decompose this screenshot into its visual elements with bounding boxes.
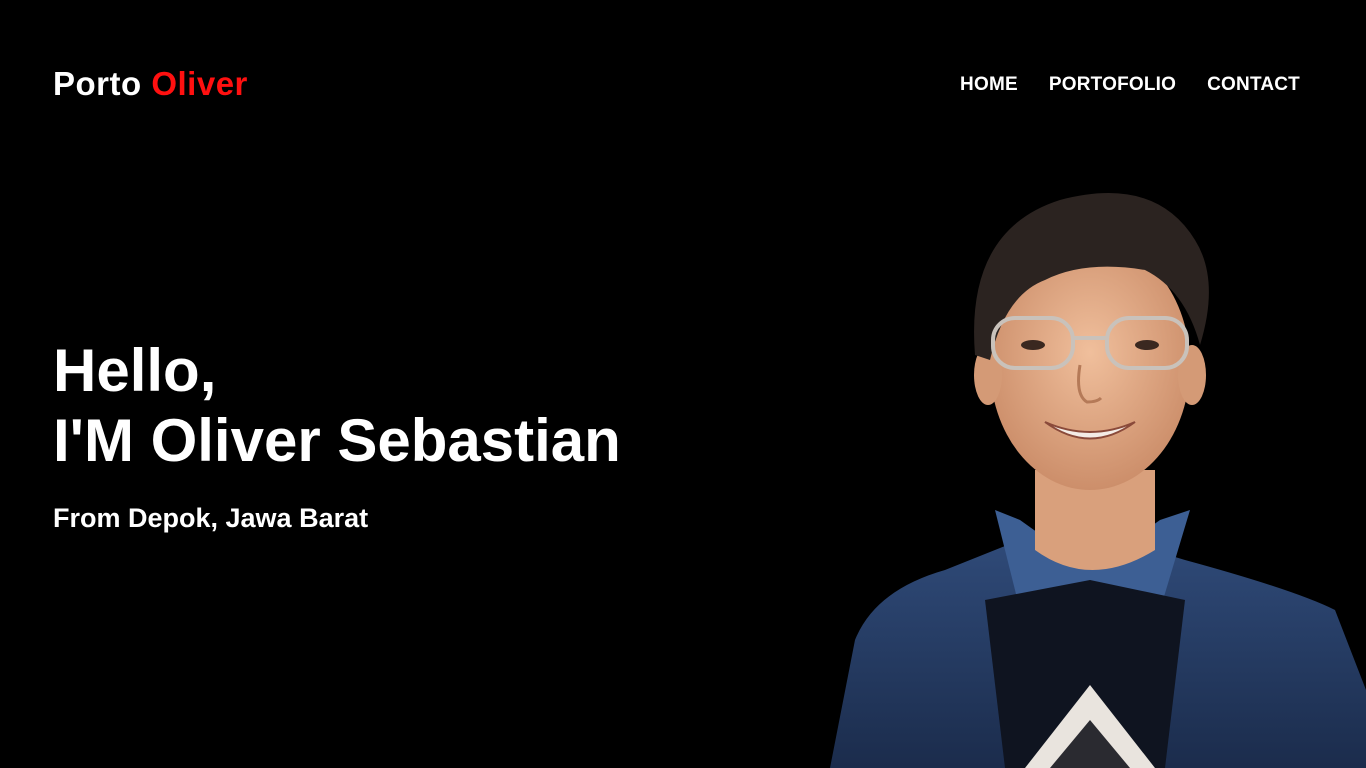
main-nav: HOME PORTOFOLIO CONTACT xyxy=(960,73,1300,97)
profile-photo xyxy=(825,170,1366,768)
hero-heading: Hello, I'M Oliver Sebastian xyxy=(53,336,621,476)
hero-location: From Depok, Jawa Barat xyxy=(53,503,369,533)
nav-contact-link[interactable]: CONTACT xyxy=(1207,73,1300,97)
nav-portofolio-link[interactable]: PORTOFOLIO xyxy=(1049,73,1176,97)
page: Porto Oliver HOME PORTOFOLIO CONTACT Hel… xyxy=(0,0,1366,768)
logo-accent-word: Oliver xyxy=(151,65,248,102)
site-logo[interactable]: Porto Oliver xyxy=(53,64,248,104)
logo-first-word: Porto xyxy=(53,65,142,102)
hero-intro: I'M Oliver Sebastian xyxy=(53,407,621,474)
nav-home-link[interactable]: HOME xyxy=(960,73,1018,97)
hero-greeting: Hello, xyxy=(53,337,217,404)
